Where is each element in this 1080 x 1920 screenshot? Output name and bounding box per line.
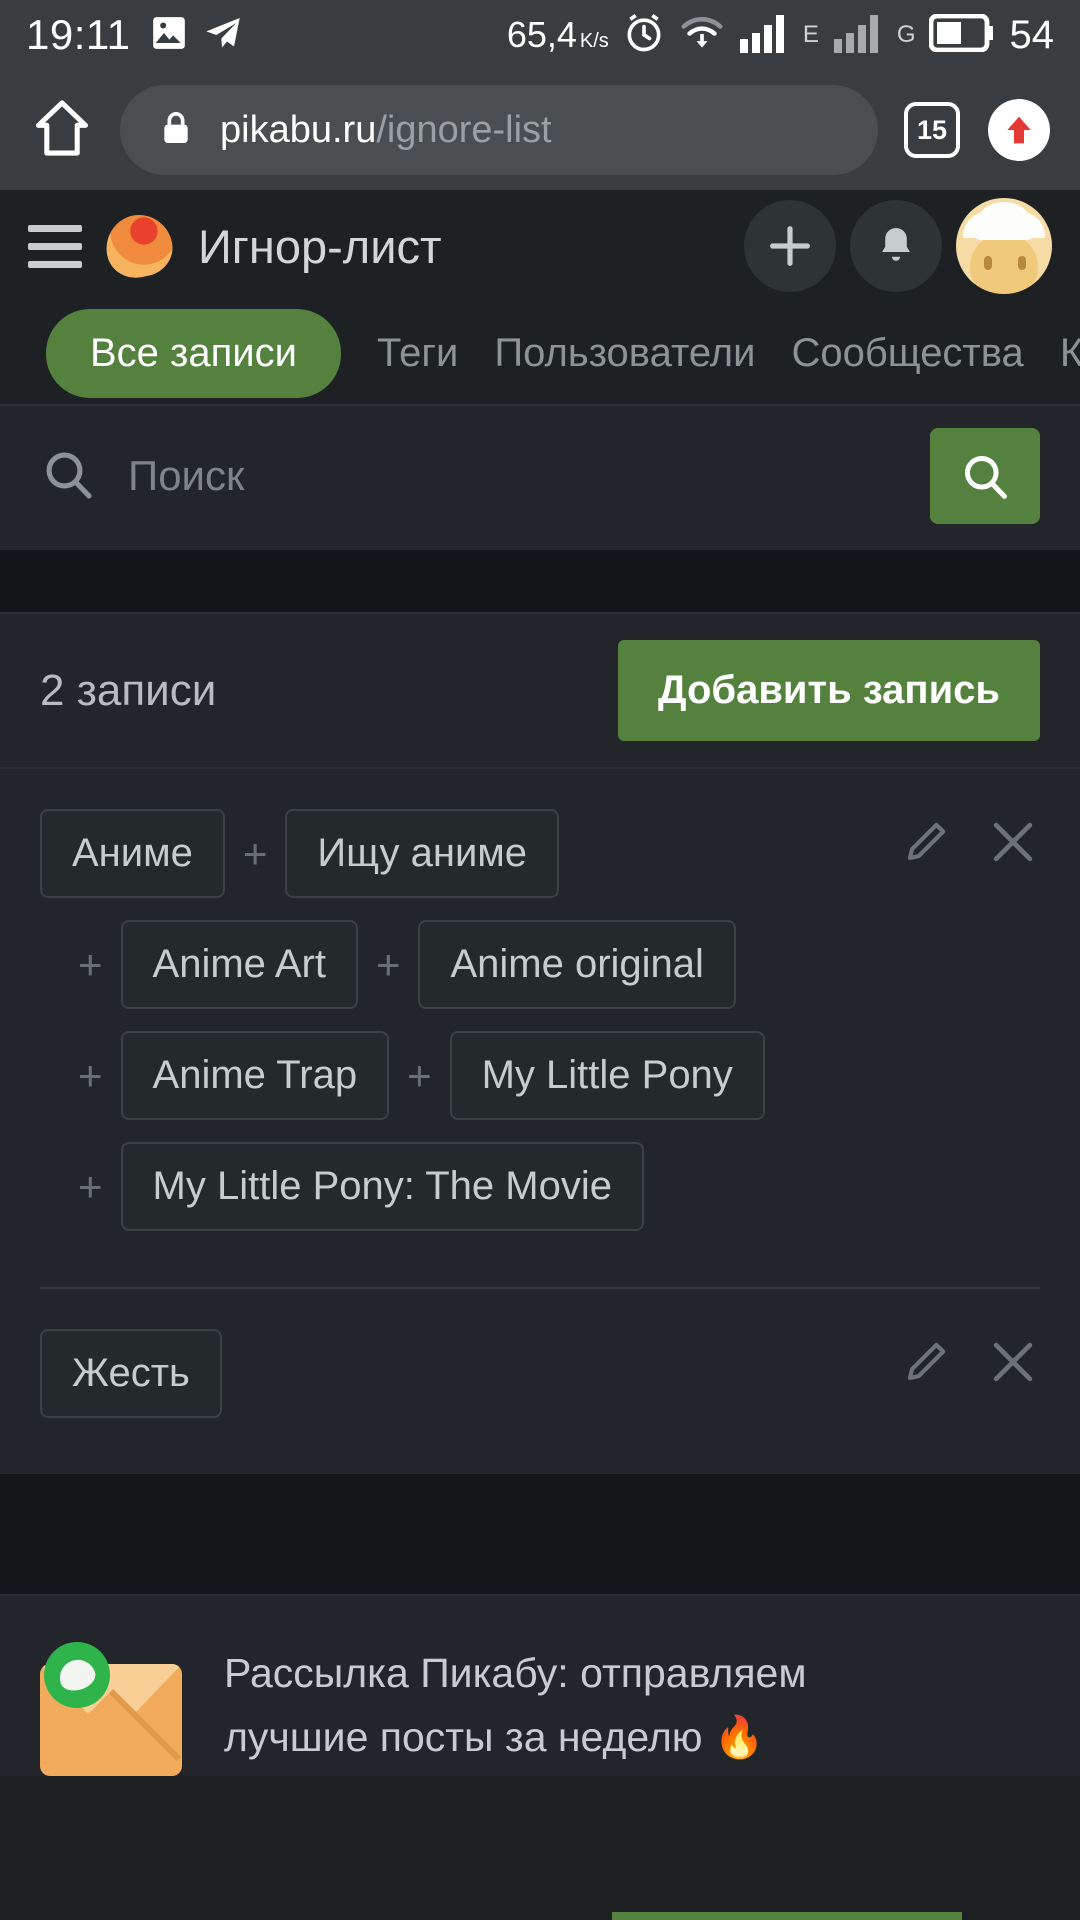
header-actions bbox=[744, 198, 1052, 294]
plus-separator-icon: + bbox=[78, 940, 103, 988]
user-avatar[interactable] bbox=[956, 198, 1052, 294]
envelope-icon bbox=[40, 1642, 188, 1776]
section-tabs: Все записи Теги Пользователи Сообщества … bbox=[0, 302, 1080, 404]
newsletter-subscribe-button-peek[interactable] bbox=[612, 1912, 962, 1920]
telegram-icon bbox=[203, 13, 243, 58]
status-bar: 19:11 65,4 K/s E G 54 bbox=[0, 0, 1080, 70]
tag-row: Жесть bbox=[40, 1329, 1040, 1418]
url-text: pikabu.ru/ignore-list bbox=[220, 108, 552, 151]
search-submit-button[interactable] bbox=[930, 428, 1040, 524]
tag-chip[interactable]: Жесть bbox=[40, 1329, 222, 1418]
newsletter-promo-line1: Рассылка Пикабу: отправляем bbox=[224, 1650, 807, 1696]
close-icon[interactable] bbox=[986, 1335, 1040, 1394]
arrow-up-icon[interactable] bbox=[988, 99, 1050, 161]
tab-count-button[interactable]: 15 bbox=[904, 102, 960, 158]
records-count: 2 записи bbox=[40, 665, 217, 715]
plus-separator-icon: + bbox=[78, 1051, 103, 1099]
close-icon[interactable] bbox=[986, 815, 1040, 874]
tab-users[interactable]: Пользователи bbox=[494, 331, 755, 376]
tag-chip[interactable]: Аниме bbox=[40, 809, 225, 898]
tag-chip[interactable]: Anime Trap bbox=[120, 1031, 390, 1120]
list-item: Аниме + Ищу аниме + Anime Art + Anime or… bbox=[40, 769, 1040, 1287]
plus-separator-icon: + bbox=[242, 829, 268, 877]
sim2-network-type: G bbox=[896, 21, 916, 48]
home-icon[interactable] bbox=[30, 96, 94, 165]
image-icon bbox=[149, 13, 189, 58]
newsletter-promo[interactable]: Рассылка Пикабу: отправляем лучшие посты… bbox=[0, 1594, 1080, 1920]
content-footer-gap bbox=[0, 1474, 1080, 1594]
newsletter-promo-text: Рассылка Пикабу: отправляем лучшие посты… bbox=[224, 1642, 807, 1769]
tag-chip[interactable]: My Little Pony: The Movie bbox=[120, 1142, 644, 1231]
records-list: Аниме + Ищу аниме + Anime Art + Anime or… bbox=[0, 769, 1080, 1474]
signal-bars-icon-secondary bbox=[832, 11, 884, 60]
search-icon bbox=[40, 446, 96, 507]
newsletter-promo-line2: лучшие посты за неделю 🔥 bbox=[224, 1713, 765, 1760]
list-item: Жесть bbox=[40, 1287, 1040, 1474]
status-bar-clock: 19:11 bbox=[26, 11, 131, 58]
pencil-icon[interactable] bbox=[902, 1338, 950, 1391]
status-bar-right: 65,4 K/s E G 54 bbox=[507, 11, 1054, 60]
battery-icon bbox=[928, 13, 994, 57]
record-actions bbox=[902, 1335, 1040, 1394]
whatsapp-icon bbox=[44, 1642, 110, 1708]
tag-row: Аниме + Ищу аниме bbox=[40, 809, 1040, 898]
hamburger-menu-icon[interactable] bbox=[28, 224, 82, 268]
records-header: 2 записи Добавить запись bbox=[0, 612, 1080, 769]
browser-toolbar: pikabu.ru/ignore-list 15 bbox=[0, 70, 1080, 190]
search-input[interactable] bbox=[128, 452, 930, 500]
tag-row: + My Little Pony: The Movie bbox=[40, 1142, 1040, 1231]
tab-communities[interactable]: Сообщества bbox=[791, 331, 1023, 376]
tag-row: + Anime Art + Anime original bbox=[40, 920, 1040, 1009]
plus-separator-icon: + bbox=[407, 1051, 432, 1099]
tag-chip[interactable]: Anime Art bbox=[120, 920, 358, 1009]
wifi-icon bbox=[679, 11, 725, 60]
record-actions bbox=[902, 815, 1040, 874]
pikabu-logo-icon[interactable] bbox=[100, 208, 178, 284]
tab-all-records[interactable]: Все записи bbox=[46, 308, 341, 398]
tag-row: + Anime Trap + My Little Pony bbox=[40, 1031, 1040, 1120]
lock-icon bbox=[156, 108, 196, 153]
tag-chip[interactable]: Anime original bbox=[418, 920, 736, 1009]
section-divider bbox=[0, 552, 1080, 612]
page-title: Игнор-лист bbox=[198, 219, 442, 273]
tab-tags[interactable]: Теги bbox=[377, 331, 458, 376]
signal-bars-icon bbox=[738, 11, 790, 60]
search-section bbox=[0, 404, 1080, 552]
sim1-network-type: E bbox=[802, 21, 819, 48]
tag-chip[interactable]: Ищу аниме bbox=[285, 809, 560, 898]
tab-keywords[interactable]: Кл bbox=[1060, 331, 1080, 376]
plus-separator-icon: + bbox=[375, 940, 401, 988]
status-bar-left-icons bbox=[149, 13, 243, 58]
plus-separator-icon: + bbox=[78, 1162, 103, 1210]
network-speed: 65,4 K/s bbox=[506, 14, 609, 55]
tag-chip[interactable]: My Little Pony bbox=[449, 1031, 765, 1120]
battery-percent: 54 bbox=[1009, 12, 1055, 57]
app-header: Игнор-лист bbox=[0, 190, 1080, 302]
plus-icon[interactable] bbox=[744, 200, 836, 292]
url-bar[interactable]: pikabu.ru/ignore-list bbox=[120, 85, 878, 175]
alarm-icon bbox=[622, 11, 666, 60]
add-record-button[interactable]: Добавить запись bbox=[617, 640, 1040, 741]
pencil-icon[interactable] bbox=[902, 818, 950, 871]
bell-icon[interactable] bbox=[850, 200, 942, 292]
